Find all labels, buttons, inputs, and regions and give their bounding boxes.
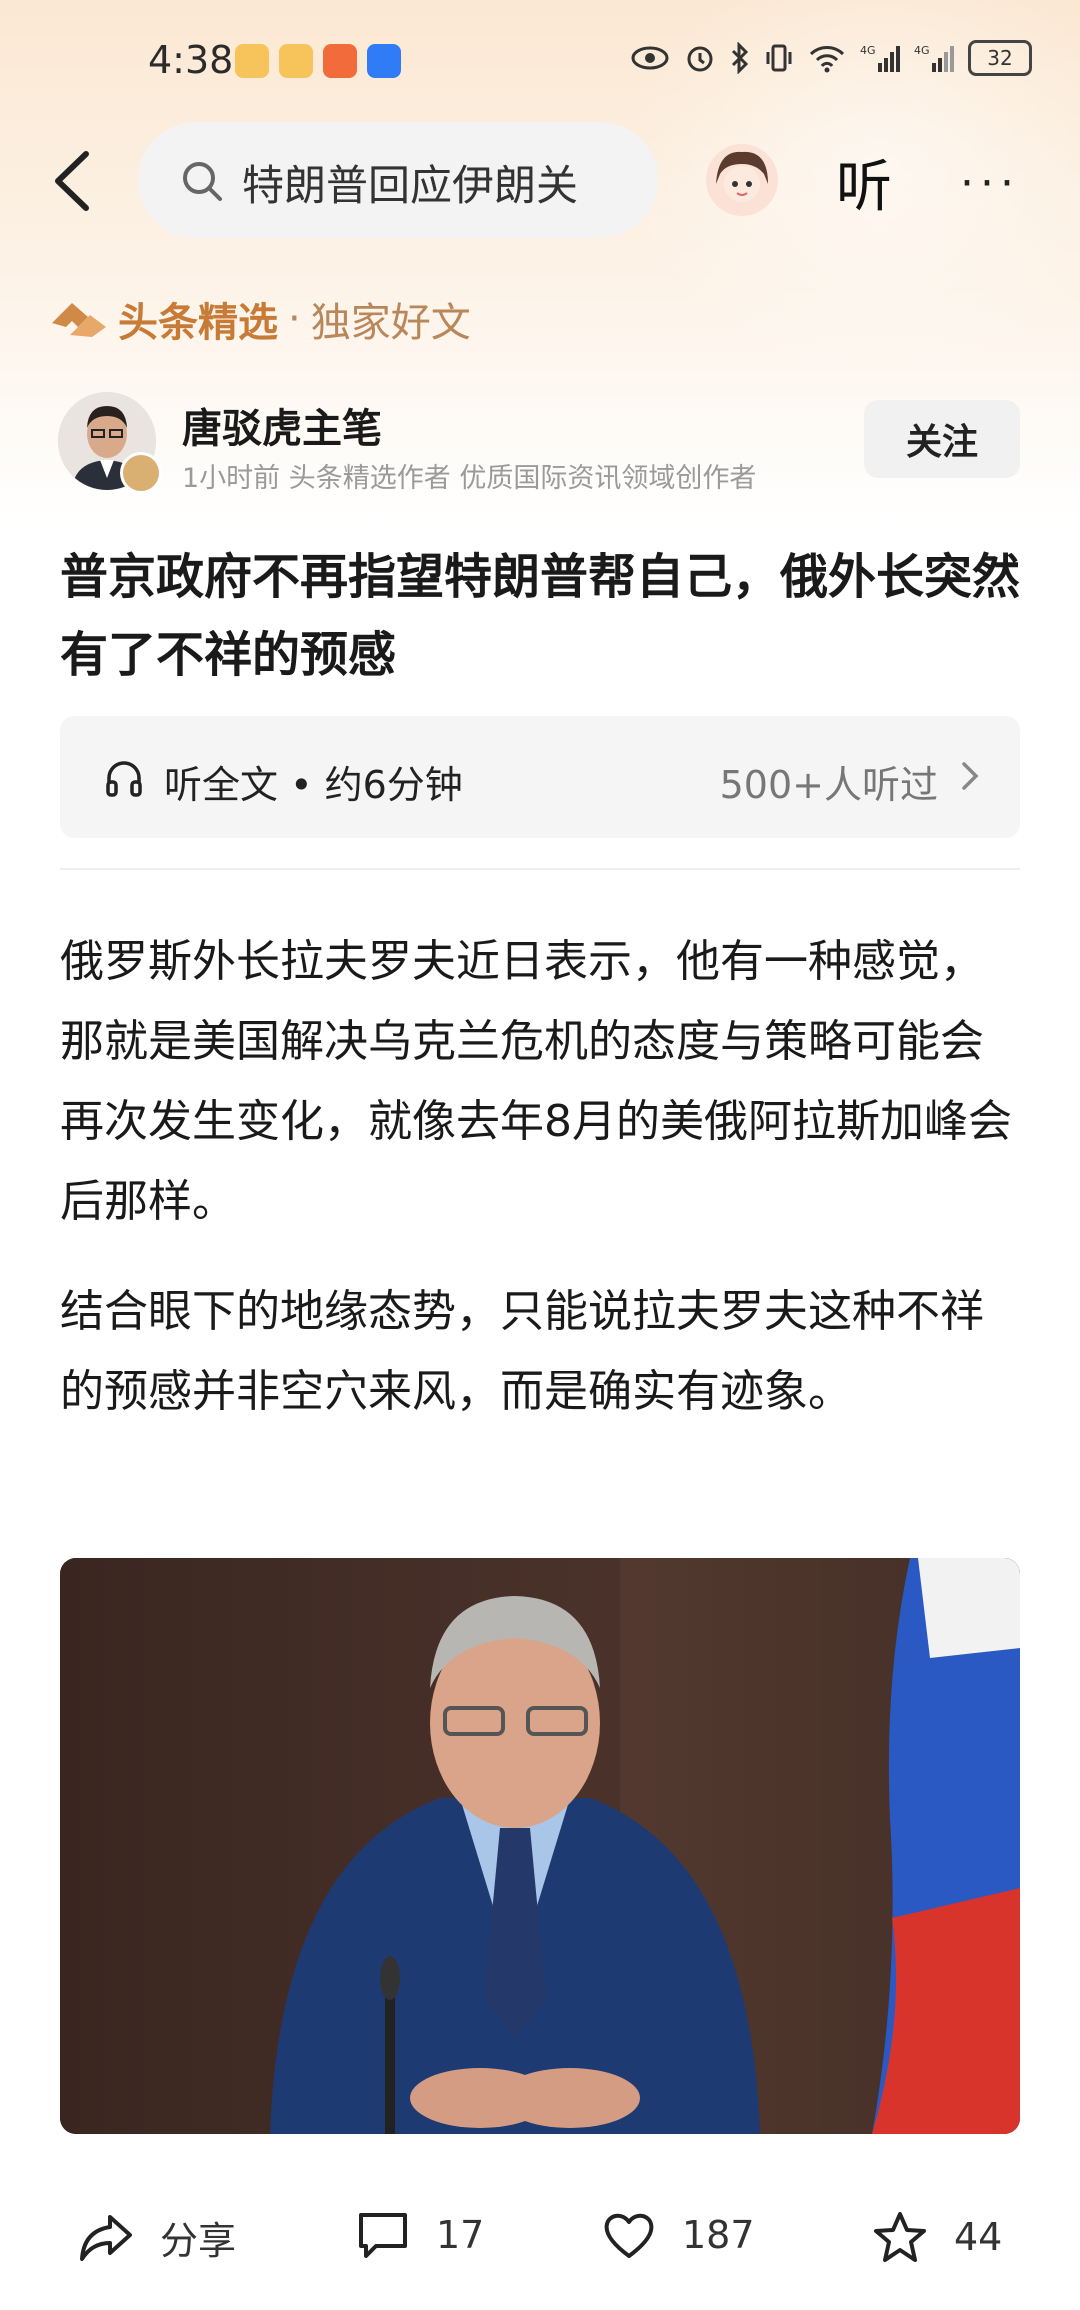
notification-app-icon <box>367 44 401 78</box>
article-title: 普京政府不再指望特朗普帮自己，俄外长突然有了不祥的预感 <box>60 549 1021 683</box>
ai-assistant-avatar[interactable] <box>706 144 778 216</box>
vibrate-icon <box>766 44 792 72</box>
listen-button[interactable]: 听 <box>836 142 892 223</box>
like-button[interactable]: 187 <box>602 2210 755 2260</box>
search-box[interactable]: 特朗普回应伊朗关 <box>138 122 658 238</box>
signal-icon: 4G <box>914 44 954 72</box>
article-paragraph: 俄罗斯外长拉夫罗夫近日表示，他有一种感觉，那就是美国解决乌克兰危机的态度与策略可… <box>60 936 1012 1227</box>
chevron-left-icon <box>55 151 89 211</box>
notification-icons <box>235 44 401 78</box>
headphones-icon <box>106 761 142 797</box>
alarm-icon <box>687 46 713 72</box>
listen-full-article-bar[interactable]: 听全文 • 约6分钟 500+人听过 <box>60 716 1020 838</box>
svg-text:4G: 4G <box>914 44 930 57</box>
listen-count: 500+人听过 <box>719 763 938 807</box>
status-bar: 4:38 4G 4G 32 <box>0 0 1080 120</box>
status-time: 4:38 <box>148 38 234 82</box>
status-icons: 4G 4G 32 <box>630 40 1032 76</box>
toutiao-select-logo-icon <box>52 303 106 337</box>
bottom-action-bar: 分享 17 187 44 <box>0 2180 1080 2290</box>
favorite-count: 44 <box>954 2215 1003 2259</box>
comment-icon <box>359 2213 407 2258</box>
author-meta: 1小时前 头条精选作者 优质国际资讯领域创作者 <box>182 463 757 494</box>
eye-icon <box>631 46 669 70</box>
divider <box>60 868 1020 870</box>
article-paragraph: 结合眼下的地缘态势，只能说拉夫罗夫这种不祥的预感并非空穴来风，而是确实有迹象。 <box>60 1286 984 1417</box>
search-query: 特朗普回应伊朗关 <box>242 161 579 210</box>
comment-button[interactable]: 17 <box>356 2210 484 2260</box>
more-options-button[interactable]: ··· <box>960 158 1020 209</box>
notification-app-icon <box>323 44 357 78</box>
share-label: 分享 <box>160 2219 237 2263</box>
signal-icon: 4G <box>860 44 900 72</box>
verified-badge-icon <box>120 452 162 494</box>
search-icon <box>183 162 222 201</box>
favorite-button[interactable]: 44 <box>872 2210 1002 2264</box>
wifi-icon <box>809 46 845 73</box>
brand-tagline: 独家好文 <box>310 300 471 346</box>
star-icon <box>874 2212 926 2262</box>
like-count: 187 <box>682 2213 755 2257</box>
comment-count: 17 <box>436 2213 485 2257</box>
brand-name: 头条精选 <box>118 300 278 346</box>
back-button[interactable] <box>48 150 100 212</box>
article-photo <box>60 1558 1020 2134</box>
author-name[interactable]: 唐驳虎主笔 <box>182 396 382 454</box>
bluetooth-icon <box>731 42 749 74</box>
notification-app-icon <box>235 44 269 78</box>
article-image[interactable] <box>60 1558 1020 2134</box>
follow-button[interactable]: 关注 <box>864 400 1020 478</box>
brand-separator: · <box>288 296 301 342</box>
brand-line: 头条精选 · 独家好文 <box>48 290 471 348</box>
share-icon <box>80 2214 132 2261</box>
chevron-right-icon <box>962 762 979 790</box>
battery-indicator: 32 <box>968 40 1032 76</box>
heart-icon <box>604 2213 654 2258</box>
share-button[interactable]: 分享 <box>78 2210 236 2265</box>
listen-label: 听全文 • 约6分钟 <box>164 763 463 807</box>
assistant-face-icon <box>706 144 778 216</box>
svg-text:4G: 4G <box>860 44 876 57</box>
notification-app-icon <box>279 44 313 78</box>
